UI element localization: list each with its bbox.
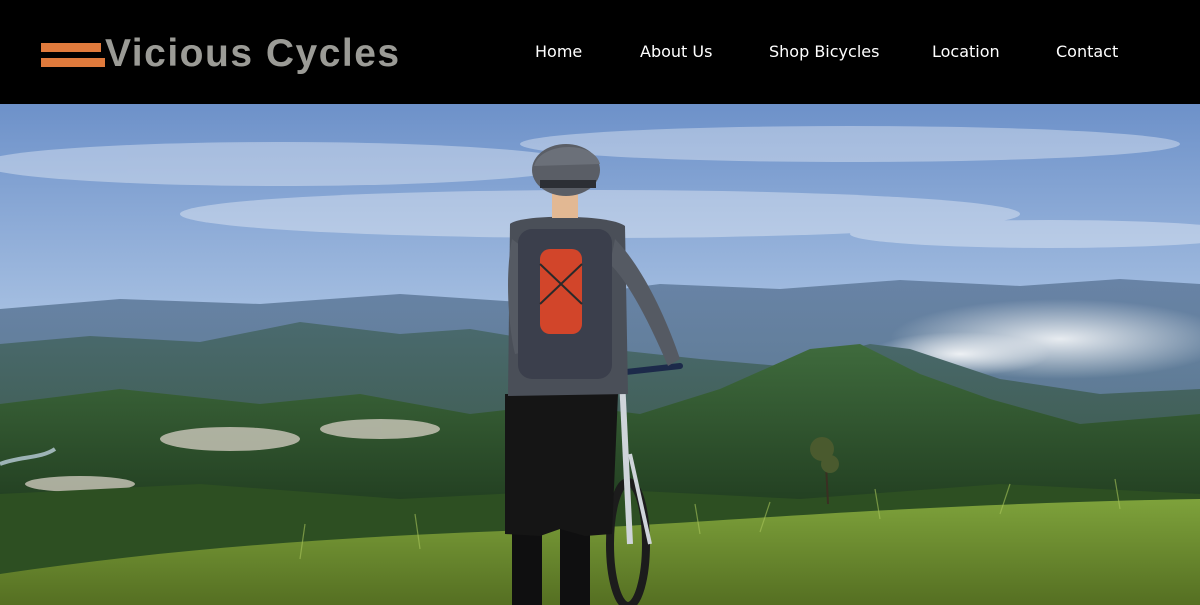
nav-contact[interactable]: Contact — [1056, 40, 1118, 64]
site-header: Vicious Cycles Home About Us Shop Bicycl… — [0, 0, 1200, 104]
nav-shop-bicycles[interactable]: Shop Bicycles — [769, 40, 879, 64]
nav-home[interactable]: Home — [535, 40, 582, 64]
brand-logo[interactable]: Vicious Cycles — [41, 32, 401, 75]
hero-image — [0, 104, 1200, 605]
nav-about-us[interactable]: About Us — [640, 40, 712, 64]
nav-location[interactable]: Location — [932, 40, 1000, 64]
logo-stripes-icon — [41, 39, 105, 69]
brand-name: Vicious Cycles — [105, 32, 401, 75]
